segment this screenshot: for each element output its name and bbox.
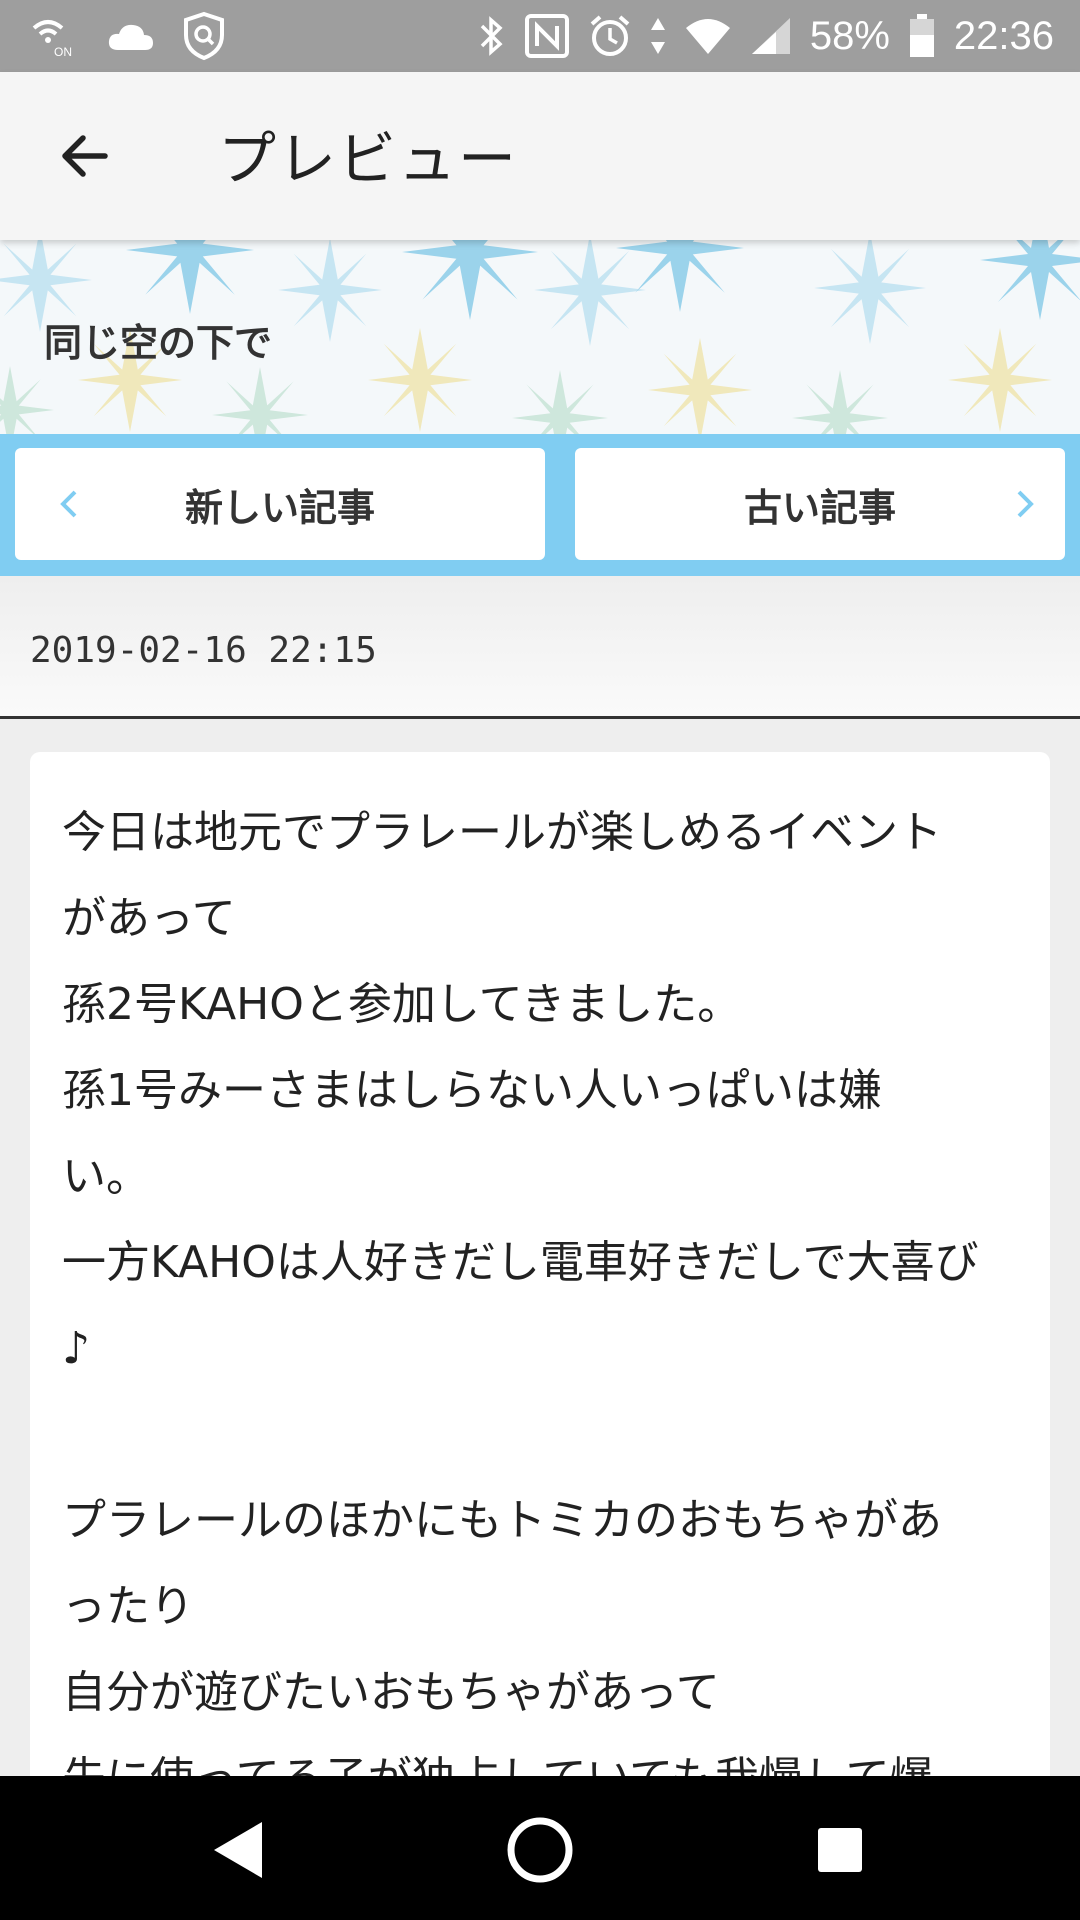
blog-title[interactable]: 同じ空の下で xyxy=(44,312,272,367)
article-line: い。 xyxy=(62,1151,150,1202)
wifi-icon xyxy=(684,16,732,56)
chevron-right-icon xyxy=(1005,484,1045,524)
newer-article-label: 新しい記事 xyxy=(184,485,375,530)
back-button[interactable] xyxy=(52,124,116,188)
signal-icon xyxy=(750,16,792,56)
system-nav-bar xyxy=(0,1776,1080,1920)
shield-search-icon xyxy=(182,11,226,61)
article-line-blank xyxy=(62,1392,1020,1478)
clock: 22:36 xyxy=(953,13,1054,58)
home-circle-icon[interactable] xyxy=(502,1812,578,1888)
newer-article-button[interactable]: 新しい記事 xyxy=(15,448,545,560)
article-line: ったり xyxy=(62,1581,194,1632)
article-line: プラレールのほかにもトミカのおもちゃがあ xyxy=(62,1495,942,1546)
older-article-button[interactable]: 古い記事 xyxy=(575,448,1065,560)
post-datetime: 2019-02-16 22:15 xyxy=(30,630,377,671)
bluetooth-icon xyxy=(478,14,506,58)
arrow-back-icon xyxy=(62,135,108,177)
chevron-left-icon xyxy=(49,484,89,524)
data-arrows-icon xyxy=(650,16,666,56)
nfc-icon xyxy=(524,13,570,59)
page-title: プレビュー xyxy=(218,125,519,193)
article-line: ♪ xyxy=(62,1323,91,1374)
article-text: 今日は地元でプラレールが楽しめるイベント があって 孫2号KAHOと参加してきま… xyxy=(30,752,1050,1822)
status-bar: ON 58% 22:36 xyxy=(0,0,1080,72)
older-article-label: 古い記事 xyxy=(743,485,896,530)
article-body-card: 今日は地元でプラレールが楽しめるイベント があって 孫2号KAHOと参加してきま… xyxy=(30,752,1050,1852)
wifi-calling-icon: ON xyxy=(28,14,80,58)
alarm-icon xyxy=(588,14,632,58)
app-bar: プレビュー xyxy=(0,72,1080,240)
recents-square-icon[interactable] xyxy=(802,1812,878,1888)
back-triangle-icon[interactable] xyxy=(200,1812,276,1888)
svg-text:ON: ON xyxy=(54,45,72,58)
article-line: 今日は地元でプラレールが楽しめるイベント xyxy=(62,807,942,858)
article-line: 自分が遊びたいおもちゃがあって xyxy=(62,1667,720,1718)
article-nav: 新しい記事 古い記事 xyxy=(0,434,1080,576)
cloud-icon xyxy=(106,20,156,52)
article-line: 孫1号みーさまはしらない人いっぱいは嫌 xyxy=(62,1065,882,1116)
article-line: 一方KAHOは人好きだし電車好きだしで大喜び xyxy=(62,1237,979,1288)
battery-percent: 58% xyxy=(809,13,890,58)
battery-icon xyxy=(908,13,936,59)
article-line: 孫2号KAHOと参加してきました。 xyxy=(62,979,742,1030)
article-line: があって xyxy=(62,893,236,944)
